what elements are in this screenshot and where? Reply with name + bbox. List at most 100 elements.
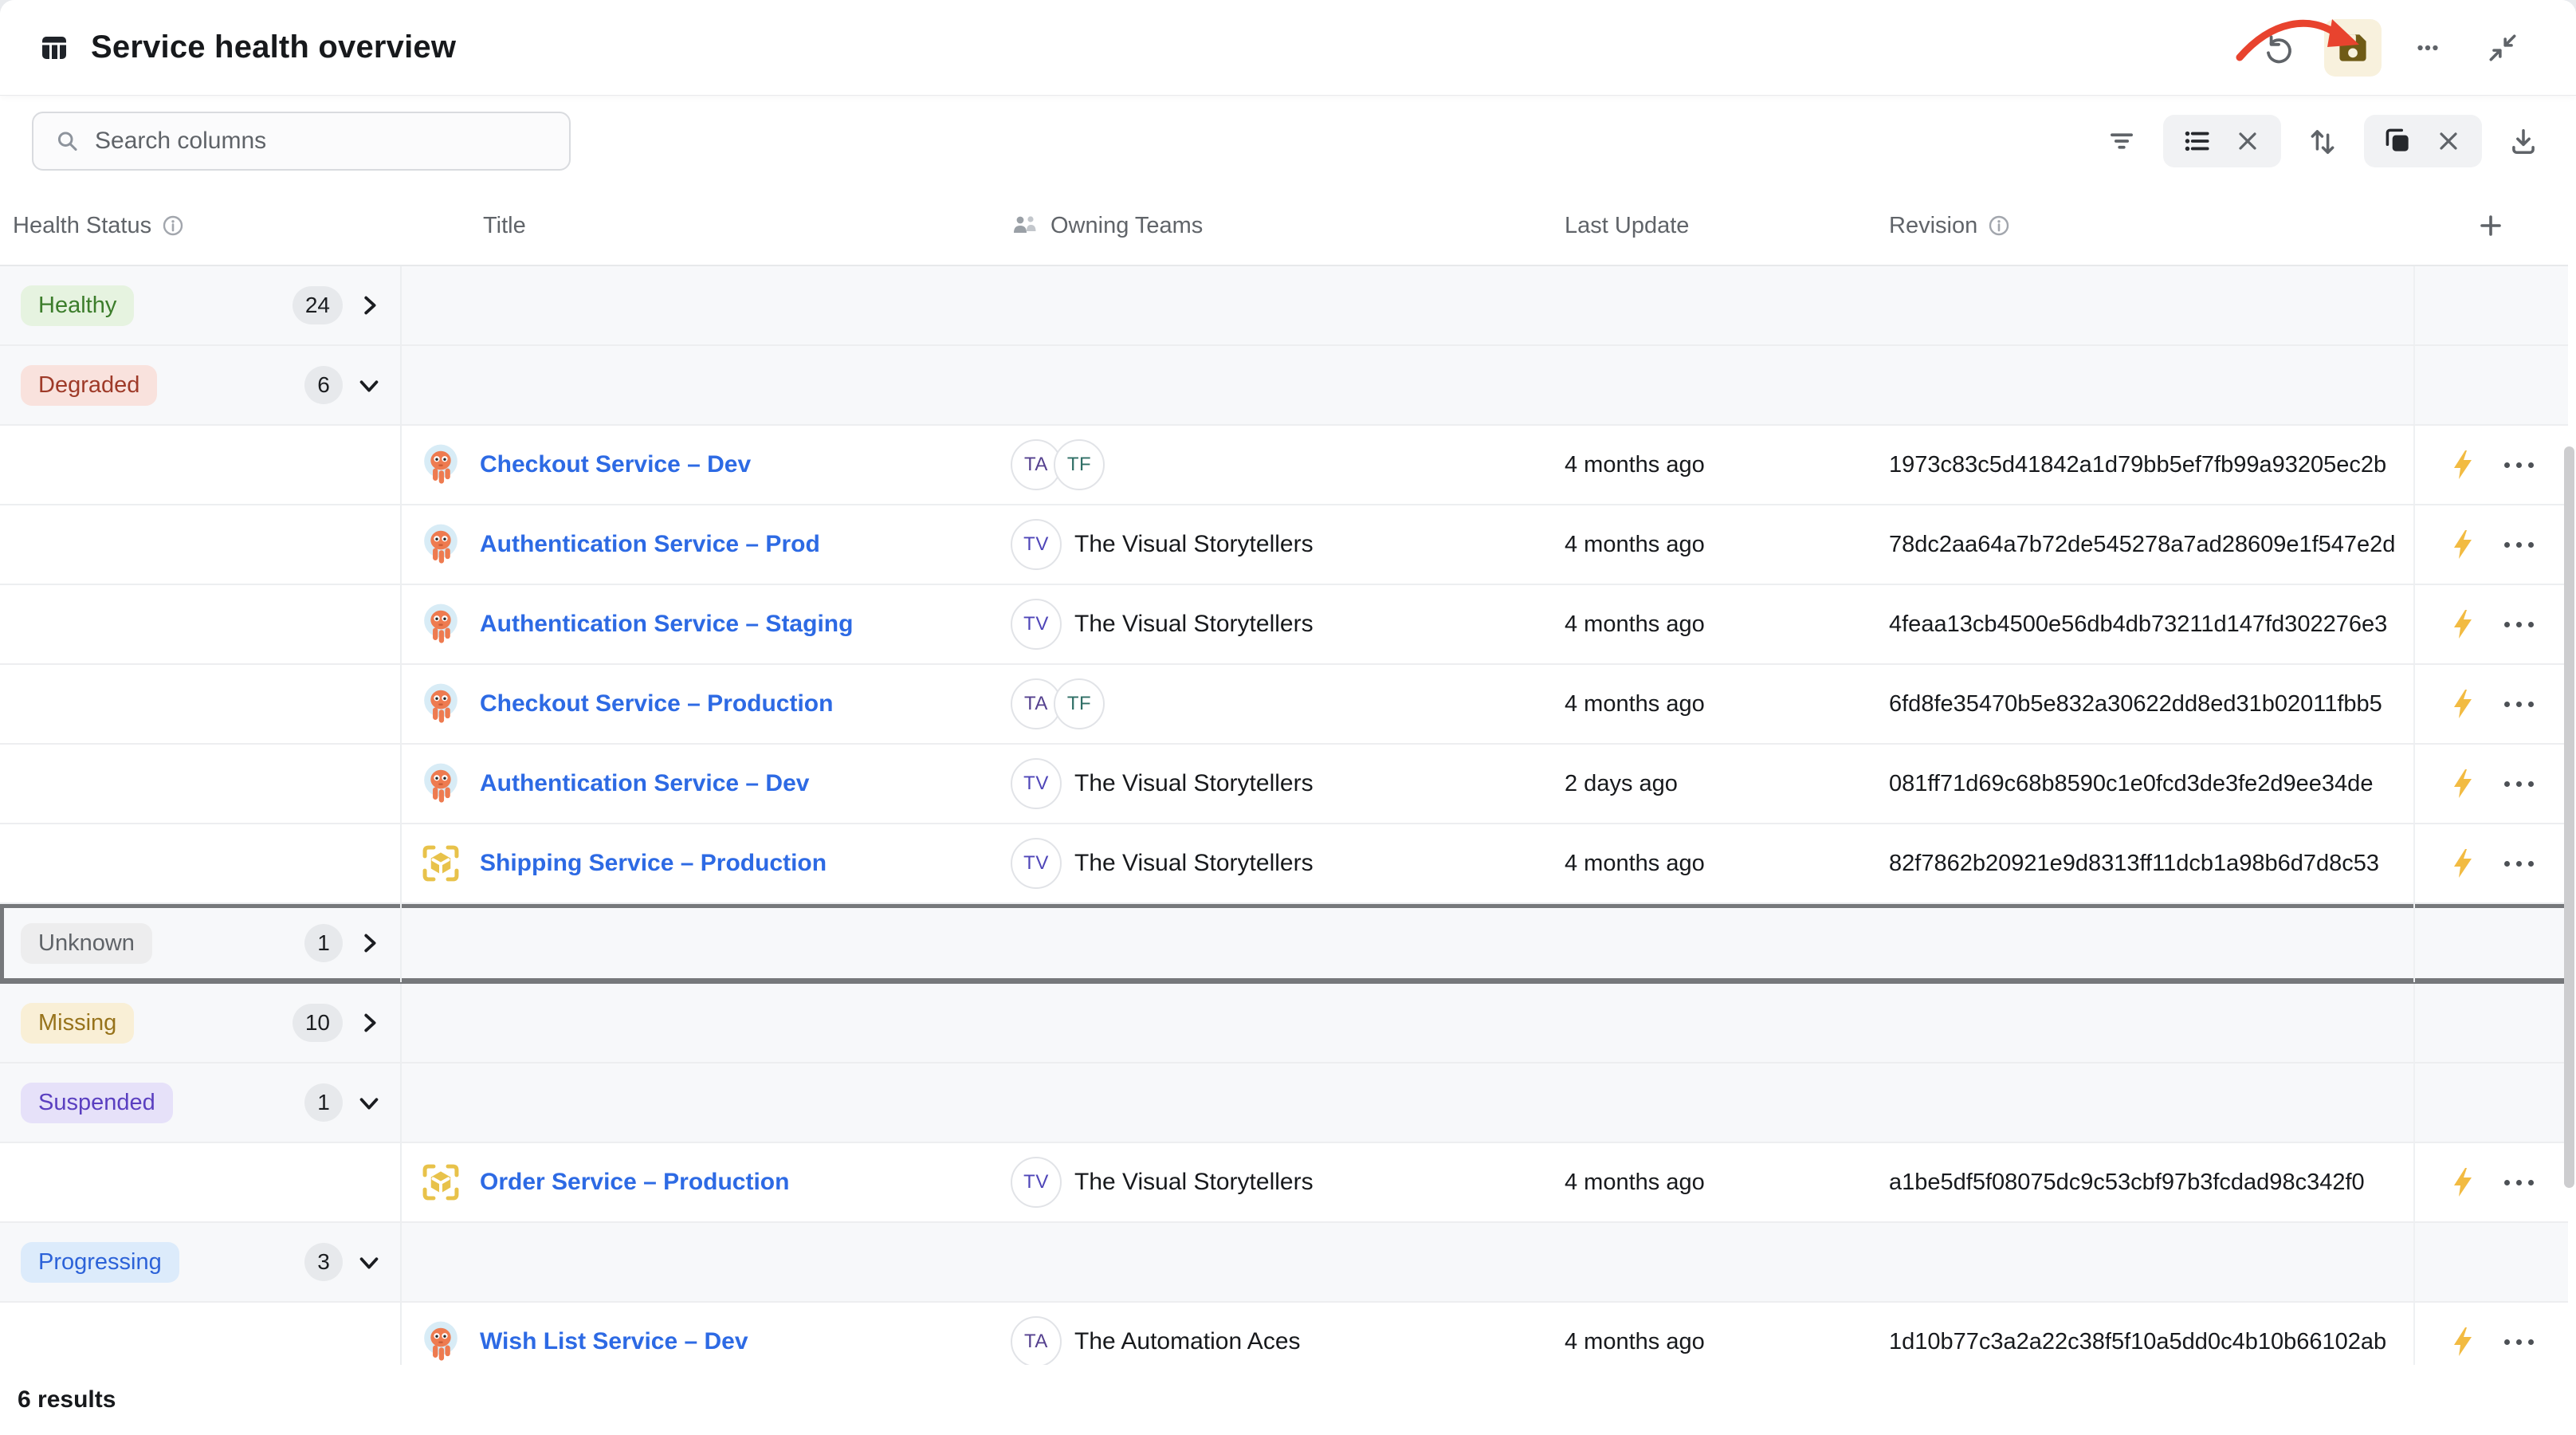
service-teams-cell: TATF — [1001, 426, 1530, 504]
scorecard-bolt-icon[interactable] — [2450, 688, 2476, 720]
service-row[interactable]: Checkout Service – Production TATF 4 mon… — [0, 665, 2568, 745]
chevron-icon[interactable] — [355, 292, 383, 319]
service-row[interactable]: Wish List Service – Dev TA The Automatio… — [0, 1303, 2568, 1365]
add-column-button[interactable] — [2413, 187, 2568, 265]
service-row[interactable]: Authentication Service – Staging TV The … — [0, 585, 2568, 665]
team-avatars: TATF — [1011, 678, 1105, 729]
team-avatar: TV — [1011, 599, 1062, 650]
group-controls: 10 — [293, 1004, 383, 1042]
scorecard-bolt-icon[interactable] — [2450, 768, 2476, 800]
service-row[interactable]: Order Service – Production TV The Visual… — [0, 1143, 2568, 1223]
chevron-icon[interactable] — [355, 1089, 383, 1116]
group-row[interactable]: Healthy 24 — [0, 266, 2568, 346]
empty-cell — [1001, 346, 1530, 424]
scorecard-bolt-icon[interactable] — [2450, 449, 2476, 481]
list-view-button[interactable] — [2179, 124, 2214, 159]
row-menu-button[interactable] — [2504, 781, 2534, 787]
service-row[interactable]: Authentication Service – Dev TV The Visu… — [0, 745, 2568, 824]
filter-button[interactable] — [2104, 124, 2139, 159]
group-status-cell[interactable]: Missing 10 — [0, 984, 402, 1062]
service-revision-cell: a1be5df5f08075dc9c53cbf97b3fcdad98c342f0 — [1873, 1143, 2413, 1221]
row-menu-button[interactable] — [2504, 1180, 2534, 1185]
column-header-owning-teams[interactable]: Owning Teams — [1001, 187, 1530, 265]
column-header-health-status[interactable]: Health Status — [0, 187, 402, 265]
group-row[interactable]: Missing 10 — [0, 984, 2568, 1063]
status-badge: Unknown — [21, 923, 152, 964]
group-row[interactable]: Suspended 1 — [0, 1063, 2568, 1143]
undo-button[interactable] — [2249, 19, 2307, 77]
service-row[interactable]: Authentication Service – Prod TV The Vis… — [0, 505, 2568, 585]
row-menu-button[interactable] — [2504, 622, 2534, 627]
group-by-button[interactable] — [2380, 124, 2415, 159]
group-row[interactable]: Progressing 3 — [0, 1223, 2568, 1303]
group-actions-cell — [2413, 984, 2568, 1062]
group-count: 3 — [304, 1243, 343, 1281]
service-title-link[interactable]: Order Service – Production — [480, 1169, 789, 1196]
service-title-link[interactable]: Shipping Service – Production — [480, 850, 827, 877]
group-row[interactable]: Unknown 1 — [0, 904, 2568, 984]
last-update-value: 4 months ago — [1565, 1170, 1705, 1196]
chevron-icon[interactable] — [355, 930, 383, 957]
empty-cell — [402, 266, 1001, 344]
row-menu-button[interactable] — [2504, 542, 2534, 548]
column-header-title[interactable]: Title — [402, 187, 1001, 265]
service-last-update-cell: 4 months ago — [1530, 585, 1873, 663]
group-row[interactable]: Degraded 6 — [0, 346, 2568, 426]
save-button[interactable] — [2324, 19, 2382, 77]
clear-group-by-button[interactable] — [2431, 124, 2466, 159]
service-row[interactable]: Shipping Service – Production TV The Vis… — [0, 824, 2568, 904]
service-title-link[interactable]: Checkout Service – Dev — [480, 451, 751, 478]
group-status-cell[interactable]: Progressing 3 — [0, 1223, 402, 1301]
empty-cell — [1873, 1223, 2413, 1301]
group-actions-cell — [2413, 904, 2568, 982]
scorecard-bolt-icon[interactable] — [2450, 1326, 2476, 1358]
service-title-link[interactable]: Checkout Service – Production — [480, 690, 833, 718]
service-status-cell — [0, 665, 402, 743]
service-actions-cell — [2413, 665, 2568, 743]
scorecard-bolt-icon[interactable] — [2450, 608, 2476, 640]
scorecard-bolt-icon[interactable] — [2450, 1166, 2476, 1198]
column-header-revision[interactable]: Revision — [1873, 187, 2413, 265]
service-title-link[interactable]: Authentication Service – Dev — [480, 770, 809, 797]
table-body: Healthy 24 Degraded 6 — [0, 266, 2576, 1365]
chevron-icon[interactable] — [355, 372, 383, 399]
empty-cell — [402, 1223, 1001, 1301]
services-table: Health Status Title Owning Teams Last Up… — [0, 187, 2576, 1365]
table-toolbar — [0, 96, 2576, 187]
empty-cell — [1530, 904, 1873, 982]
row-menu-button[interactable] — [2504, 861, 2534, 867]
chevron-icon[interactable] — [355, 1009, 383, 1036]
search-columns-input[interactable] — [95, 128, 548, 155]
search-columns-box[interactable] — [32, 112, 571, 171]
export-button[interactable] — [2506, 124, 2541, 159]
team-avatars: TV — [1011, 838, 1062, 889]
group-status-cell[interactable]: Degraded 6 — [0, 346, 402, 424]
row-menu-button[interactable] — [2504, 462, 2534, 468]
more-options-icon — [2411, 31, 2444, 65]
scorecard-bolt-icon[interactable] — [2450, 529, 2476, 560]
empty-cell — [402, 904, 1001, 982]
empty-cell — [402, 346, 1001, 424]
service-status-cell — [0, 585, 402, 663]
column-header-last-update[interactable]: Last Update — [1530, 187, 1873, 265]
service-revision-cell: 1973c83c5d41842a1d79bb5ef7fb99a93205ec2b — [1873, 426, 2413, 504]
service-title-link[interactable]: Wish List Service – Dev — [480, 1328, 748, 1355]
scorecard-bolt-icon[interactable] — [2450, 847, 2476, 879]
group-by-icon — [2381, 124, 2414, 158]
collapse-widget-button[interactable] — [2474, 19, 2531, 77]
row-menu-button[interactable] — [2504, 702, 2534, 707]
service-row[interactable]: Checkout Service – Dev TATF 4 months ago… — [0, 426, 2568, 505]
more-options-button[interactable] — [2399, 19, 2456, 77]
row-menu-button[interactable] — [2504, 1339, 2534, 1345]
service-title-link[interactable]: Authentication Service – Prod — [480, 531, 820, 558]
service-title-link[interactable]: Authentication Service – Staging — [480, 611, 853, 638]
clear-list-view-button[interactable] — [2230, 124, 2265, 159]
vertical-scrollbar[interactable] — [2564, 446, 2574, 1188]
chevron-icon[interactable] — [355, 1248, 383, 1276]
service-actions-cell — [2413, 426, 2568, 504]
sort-button[interactable] — [2305, 124, 2340, 159]
group-status-cell[interactable]: Suspended 1 — [0, 1063, 402, 1142]
group-status-cell[interactable]: Unknown 1 — [0, 904, 402, 982]
group-status-cell[interactable]: Healthy 24 — [0, 266, 402, 344]
octopus-service-icon — [418, 521, 464, 568]
